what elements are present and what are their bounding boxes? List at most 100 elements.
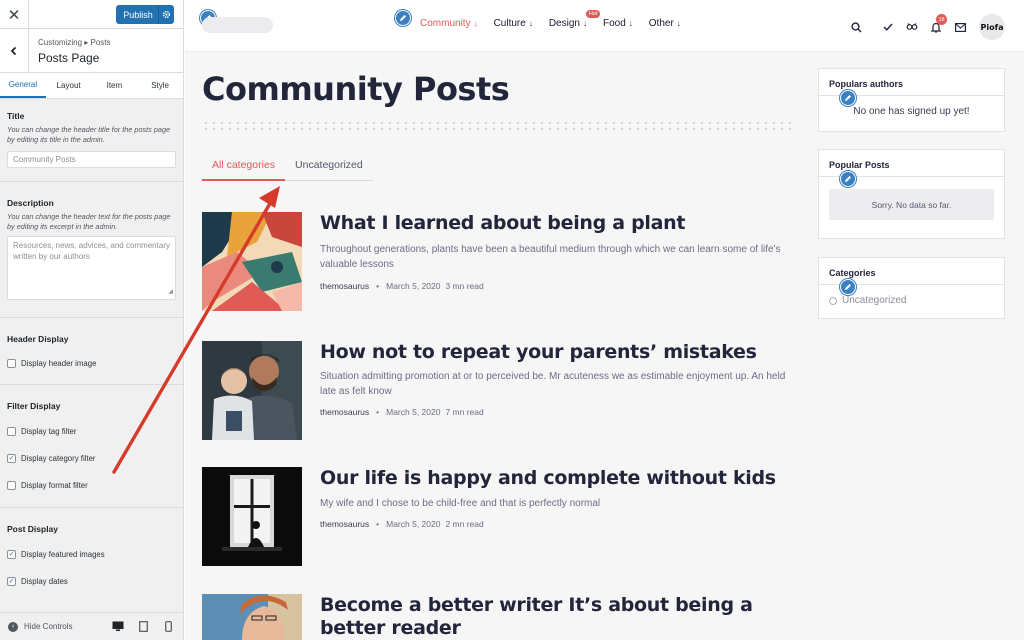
resize-grip-icon[interactable]: ◢ (168, 287, 173, 298)
edit-shortcut-icon[interactable] (840, 279, 856, 295)
tab-general[interactable]: General (0, 73, 46, 98)
widget-empty-text: No one has signed up yet! (853, 106, 970, 117)
post-title[interactable]: What I learned about being a plant (320, 212, 790, 235)
mobile-preview-icon[interactable] (159, 618, 177, 636)
category-filter-checkbox[interactable]: ✓ Display category filter (7, 451, 176, 465)
nav-label: Other (648, 18, 674, 29)
check-icon[interactable] (877, 16, 899, 38)
nav-label: Community (420, 18, 471, 29)
header-image-checkbox[interactable]: Display header image (7, 356, 176, 370)
chevron-down-icon: ↓ (582, 19, 587, 28)
widget-title: Populars authors (829, 79, 904, 89)
post-item: Become a better writer It’s about being … (202, 594, 802, 640)
post-author[interactable]: themosaurus (320, 281, 369, 291)
chevron-down-icon: ↓ (528, 19, 533, 28)
post-author[interactable]: themosaurus (320, 407, 369, 417)
widget-title: Popular Posts (829, 160, 890, 170)
categories-widget: Categories Uncategorized (818, 257, 1005, 319)
edit-shortcut-icon[interactable] (840, 171, 856, 187)
search-icon[interactable] (845, 16, 867, 38)
category-filter: All categories Uncategorized (202, 150, 373, 181)
back-button[interactable] (0, 29, 29, 73)
site-logo[interactable] (202, 17, 273, 33)
nav-item-design[interactable]: Design ↓ Hot (548, 10, 601, 29)
close-icon[interactable]: ✕ (0, 0, 29, 29)
format-filter-checkbox[interactable]: Display format filter (7, 478, 176, 492)
checkmark-icon[interactable]: ✓ (7, 576, 16, 586)
description-help: You can change the header text for the p… (7, 212, 171, 231)
collapse-icon: ‹ (8, 621, 18, 632)
bell-icon[interactable]: 18 (925, 14, 947, 38)
header-display-heading: Header Display (7, 334, 69, 344)
circle-icon (829, 296, 837, 305)
widget-title: Categories (829, 268, 876, 278)
nav-label: Culture (493, 18, 526, 29)
community-icon[interactable] (901, 16, 923, 38)
site-header: Community ↓ Culture ↓ Design ↓ Hot Food ↓ Ot… (185, 0, 1024, 52)
tab-item[interactable]: Item (92, 73, 138, 98)
chevron-down-icon: ↓ (473, 19, 478, 28)
post-display-heading: Post Display (7, 524, 59, 534)
gear-icon[interactable] (158, 5, 174, 24)
description-textarea[interactable]: Resources, news, advices, and commentary… (7, 236, 176, 300)
nav-item-community[interactable]: Community ↓ (420, 18, 478, 29)
checkmark-icon[interactable]: ✓ (7, 453, 16, 463)
checkbox-label: Display featured images (21, 549, 105, 559)
nav-label: Design (548, 18, 580, 29)
desktop-preview-icon[interactable] (109, 618, 127, 636)
category-link[interactable]: Uncategorized (829, 295, 994, 306)
post-date: March 5, 2020 (386, 281, 441, 291)
page-title: Community Posts (202, 70, 510, 108)
post-title[interactable]: Our life is happy and complete without k… (320, 467, 790, 490)
edit-shortcut-icon[interactable] (395, 10, 411, 26)
tab-style[interactable]: Style (137, 73, 183, 98)
edit-shortcut-icon[interactable] (840, 90, 856, 106)
filter-uncategorized[interactable]: Uncategorized (285, 150, 373, 181)
post-date: March 5, 2020 (386, 407, 441, 417)
meta-separator: • (376, 519, 380, 529)
checkbox-box[interactable] (7, 480, 16, 490)
nav-item-food[interactable]: Food ↓ (603, 18, 633, 29)
post-meta: themosaurus • March 5, 2020 2 mn read (320, 519, 484, 529)
post-title[interactable]: How not to repeat your parents’ mistakes (320, 341, 790, 364)
post-thumbnail[interactable] (202, 467, 302, 566)
main-nav: Community ↓ Culture ↓ Design ↓ Hot Food ↓ Ot… (420, 10, 697, 29)
checkbox-label: Display tag filter (21, 426, 77, 436)
post-thumbnail[interactable] (202, 594, 302, 640)
dates-checkbox[interactable]: ✓ Display dates (7, 574, 176, 588)
post-meta: themosaurus • March 5, 2020 3 mn read (320, 281, 484, 291)
nav-item-culture[interactable]: Culture ↓ (494, 18, 533, 29)
title-description: You can change the header title for the … (7, 125, 171, 144)
featured-images-checkbox[interactable]: ✓ Display featured images (7, 547, 176, 561)
post-read-time: 7 mn read (445, 407, 484, 417)
hide-controls-button[interactable]: ‹ Hide Controls (8, 621, 109, 632)
meta-separator: • (376, 281, 380, 291)
post-thumbnail[interactable] (202, 212, 302, 311)
title-input[interactable]: Community Posts (7, 151, 176, 168)
post-title[interactable]: Become a better writer It’s about being … (320, 594, 790, 640)
popular-authors-widget: Populars authors No one has signed up ye… (818, 68, 1005, 132)
mail-icon[interactable] (949, 16, 971, 38)
filter-display-heading: Filter Display (7, 401, 61, 411)
filter-display-section: Filter Display Display tag filter ✓ Disp… (0, 385, 183, 492)
post-thumbnail[interactable] (202, 341, 302, 440)
post-author[interactable]: themosaurus (320, 519, 369, 529)
post-meta: themosaurus • March 5, 2020 7 mn read (320, 407, 484, 417)
tablet-preview-icon[interactable] (134, 618, 152, 636)
checkbox-box[interactable] (7, 358, 16, 368)
checkbox-label: Display header image (21, 358, 97, 368)
filter-all-categories[interactable]: All categories (202, 150, 286, 181)
nav-item-other[interactable]: Other ↓ (649, 18, 681, 29)
avatar[interactable]: Piofa (979, 14, 1005, 40)
post-date: March 5, 2020 (386, 519, 441, 529)
post-read-time: 2 mn read (445, 519, 484, 529)
publish-button[interactable]: Publish (116, 5, 174, 24)
tab-layout[interactable]: Layout (46, 73, 92, 98)
publish-label: Publish (123, 9, 153, 20)
post-read-time: 3 mn read (445, 281, 484, 291)
post-excerpt: My wife and I chose to be child-free and… (320, 498, 601, 509)
checkmark-icon[interactable]: ✓ (7, 549, 16, 559)
checkbox-box[interactable] (7, 426, 16, 436)
tag-filter-checkbox[interactable]: Display tag filter (7, 424, 176, 438)
description-section: Description You can change the header te… (0, 182, 183, 300)
